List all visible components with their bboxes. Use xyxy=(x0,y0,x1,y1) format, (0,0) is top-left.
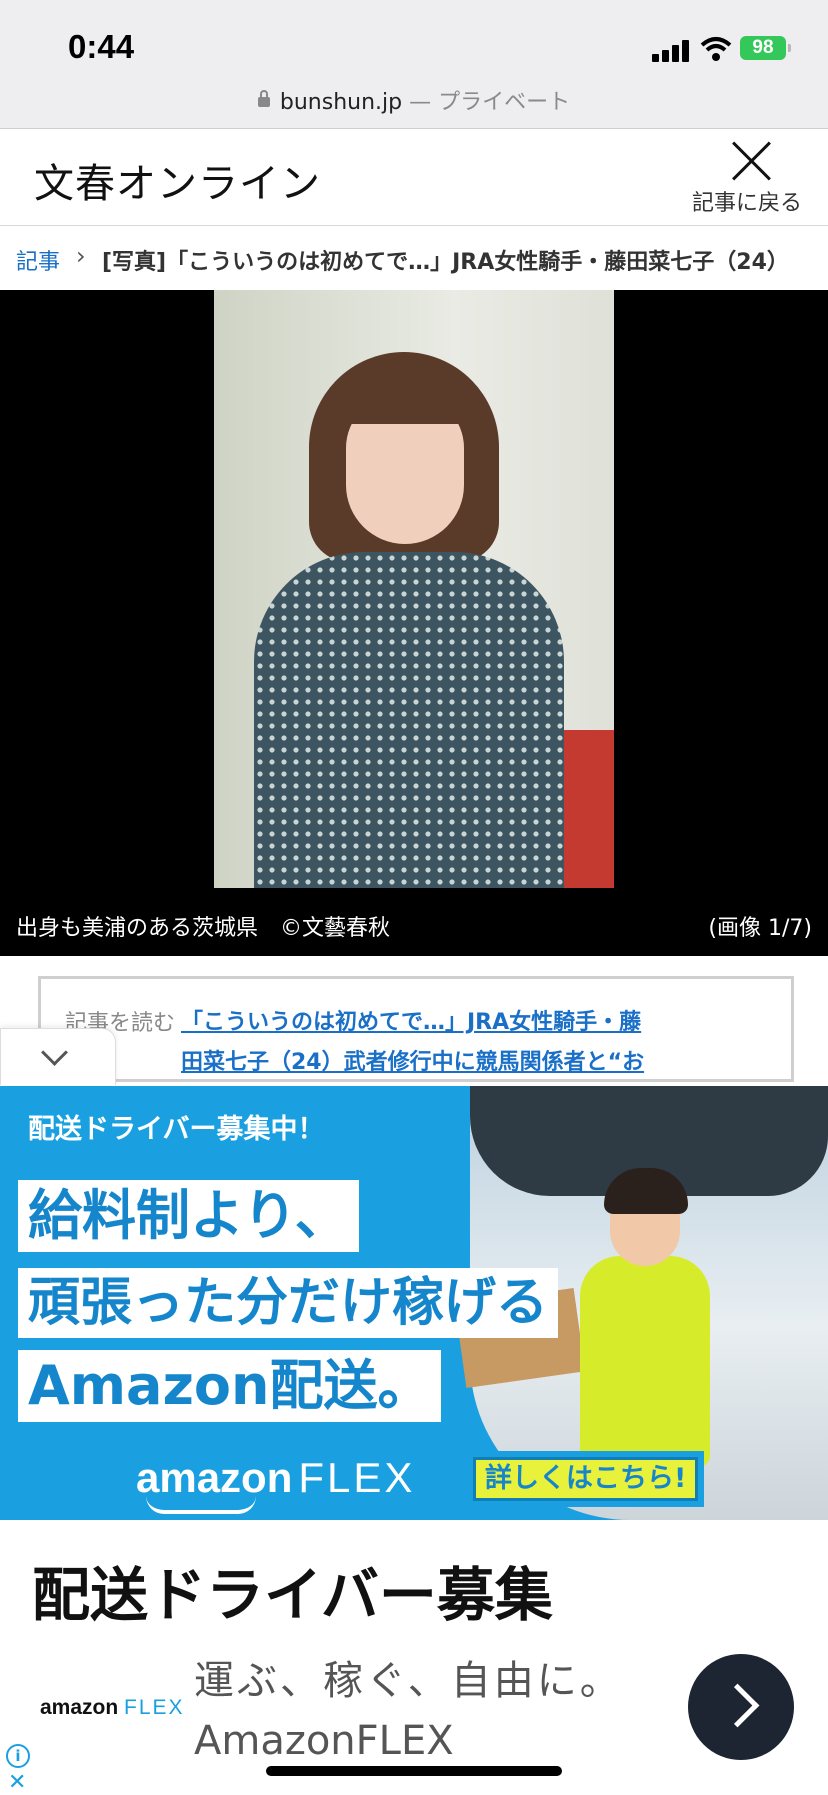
ad-advertiser-logo: amazon FLEX xyxy=(40,1696,185,1719)
ad-copy-line-3: Amazon配送。 xyxy=(18,1350,442,1422)
ad-cta-button[interactable]: 詳しくはこちら! xyxy=(466,1451,705,1507)
url-private-label: — プライベート xyxy=(409,90,571,115)
status-bar: 0:44 98 bunshun.jp — プライベート xyxy=(0,0,828,129)
site-logo[interactable]: 文春オンライン xyxy=(34,151,321,209)
clock: 0:44 xyxy=(68,28,135,65)
read-article-box: 記事を読む 「こういうのは初めてで…」JRA女性騎手・藤田菜七子（24）武者修行… xyxy=(38,976,794,1115)
cellular-signal-icon xyxy=(652,40,692,62)
photo-caption: 出身も美浦のある茨城県 ©文藝春秋 xyxy=(16,916,391,941)
ad-subtitle: 運ぶ、稼ぐ、自由に。 xyxy=(194,1658,623,1704)
site-header: 文春オンライン 記事に戻る xyxy=(0,129,828,226)
portrait-blouse xyxy=(254,552,564,888)
breadcrumb: 記事 › [写真]「こういうのは初めてで…」JRA女性騎手・藤田菜七子（24） xyxy=(0,226,828,290)
close-icon[interactable] xyxy=(728,137,776,185)
ad-advertiser-name: AmazonFLEX xyxy=(194,1718,454,1764)
breadcrumb-current: [写真]「こういうのは初めてで…」JRA女性騎手・藤田菜七子（24） xyxy=(102,250,789,275)
ad-copy-line-2: 頑張った分だけ稼げる xyxy=(18,1268,559,1338)
breadcrumb-home-link[interactable]: 記事 xyxy=(16,244,60,276)
ad-driver-vest xyxy=(580,1256,710,1466)
ad-headline[interactable]: 配送ドライバー募集 xyxy=(32,1548,553,1632)
lock-icon xyxy=(257,90,270,107)
portrait-bangs xyxy=(340,372,470,424)
wifi-icon xyxy=(700,37,732,61)
ad-info-icon[interactable]: i xyxy=(6,1744,30,1768)
article-photo[interactable] xyxy=(214,290,614,888)
ad-close-icon[interactable]: ✕ xyxy=(8,1770,26,1795)
amazon-smile-icon xyxy=(146,1496,256,1514)
home-indicator[interactable] xyxy=(266,1766,562,1776)
ad-copy-line-1: 給料制より、 xyxy=(18,1180,359,1252)
back-to-article-label[interactable]: 記事に戻る xyxy=(692,185,802,217)
collapse-ad-button[interactable] xyxy=(0,1028,116,1085)
photo-viewer[interactable]: 出身も美浦のある茨城県 ©文藝春秋 (画像 1/7) xyxy=(0,290,828,956)
photo-counter: (画像 1/7) xyxy=(708,916,812,941)
ad-brand-logo: amazon FLEX xyxy=(136,1454,416,1501)
ad-tag: 配送ドライバー募集中！ xyxy=(16,1106,337,1154)
battery-indicator: 98 xyxy=(740,36,791,60)
address-bar[interactable]: bunshun.jp — プライベート xyxy=(0,84,828,116)
url-domain: bunshun.jp xyxy=(279,90,403,115)
ad-next-button[interactable] xyxy=(688,1654,794,1760)
chevron-right-icon: › xyxy=(76,242,86,270)
ad-banner[interactable]: 配送ドライバー募集中！ 給料制より、 頑張った分だけ稼げる Amazon配送。 … xyxy=(0,1086,828,1520)
